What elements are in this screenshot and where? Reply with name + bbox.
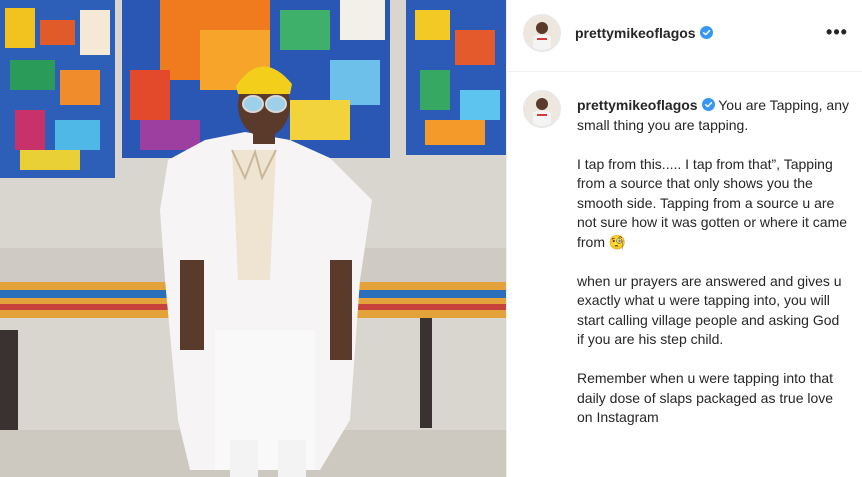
- caption-text: prettymikeoflagos You are Tapping, any s…: [577, 96, 849, 428]
- instagram-post: prettymikeoflagos ••• prettymikeoflagos …: [0, 0, 862, 477]
- caption-username[interactable]: prettymikeoflagos: [577, 97, 715, 113]
- verified-badge-icon: [699, 26, 713, 39]
- caption-avatar[interactable]: [523, 90, 561, 128]
- avatar[interactable]: [523, 14, 561, 52]
- avatar-image: [525, 16, 559, 50]
- post-photo[interactable]: [0, 0, 506, 477]
- username-link[interactable]: prettymikeoflagos: [575, 25, 713, 41]
- painting-left: [0, 0, 115, 178]
- caption-body: You are Tapping, any small thing you are…: [577, 97, 850, 425]
- avatar-image: [525, 92, 559, 126]
- caption-section: prettymikeoflagos You are Tapping, any s…: [507, 72, 862, 477]
- photo-illustration: [0, 0, 506, 477]
- verified-badge-icon: [701, 98, 715, 111]
- painting-right: [406, 0, 506, 155]
- username-text: prettymikeoflagos: [575, 25, 696, 41]
- caption-username-text: prettymikeoflagos: [577, 97, 698, 113]
- more-options-icon[interactable]: •••: [825, 22, 849, 46]
- post-header: prettymikeoflagos •••: [507, 0, 862, 72]
- post-side-panel: prettymikeoflagos ••• prettymikeoflagos …: [506, 0, 862, 477]
